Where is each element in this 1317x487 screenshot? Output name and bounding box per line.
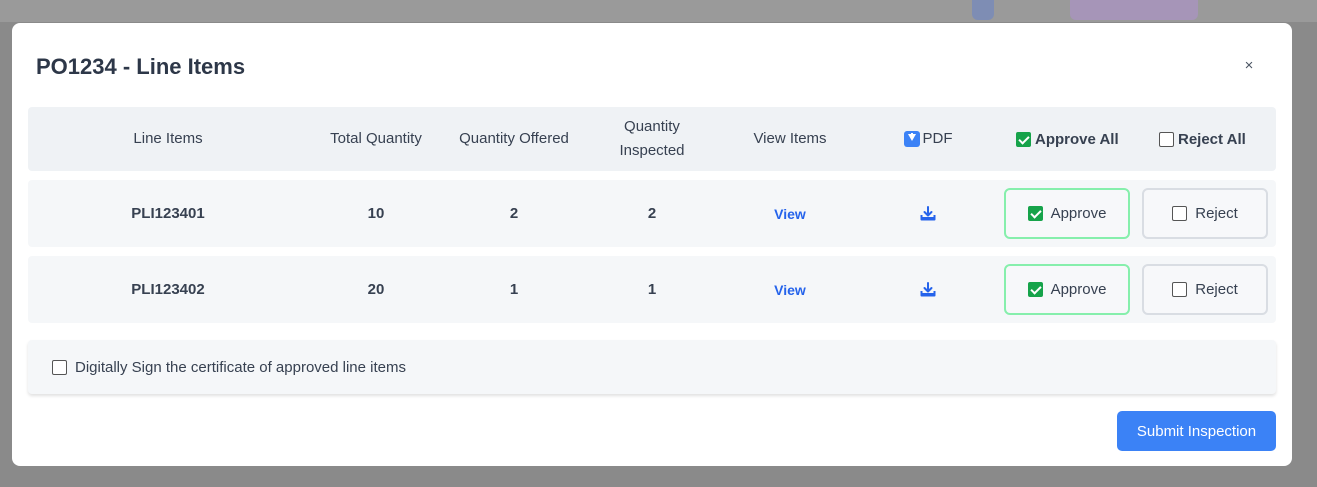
quantity-offered: 2 [509, 205, 519, 222]
reject-label: Reject [1195, 205, 1238, 222]
view-items-cell: View [722, 256, 858, 323]
header-quantity-inspected: Quantity Inspected [584, 107, 720, 171]
view-link[interactable]: View [774, 206, 806, 222]
download-icon[interactable] [920, 281, 936, 298]
line-items-modal: PO1234 - Line Items × Line Items Total Q… [12, 23, 1292, 466]
checkbox-checked-icon [1027, 282, 1043, 297]
approve-button[interactable]: Approve [1004, 264, 1130, 315]
approve-label: Approve [1050, 205, 1107, 222]
sign-checkbox[interactable] [52, 359, 67, 375]
total-quantity: 10 [367, 205, 385, 222]
header-view-items: View Items [753, 130, 827, 147]
modal-title: PO1234 - Line Items [36, 54, 246, 79]
checkbox-unchecked-icon [1159, 131, 1174, 147]
checkbox-unchecked-icon [1172, 206, 1188, 221]
reject-label: Reject [1195, 281, 1238, 298]
checkbox-unchecked-icon [1172, 282, 1188, 297]
approve-all-label: Approve All [1035, 130, 1119, 148]
sign-label: Digitally Sign the certificate of approv… [75, 358, 406, 376]
background-button [1070, 0, 1198, 20]
approve-label: Approve [1050, 281, 1107, 298]
header-quantity-offered: Quantity Offered [459, 130, 569, 147]
total-quantity: 20 [367, 281, 385, 298]
header-line-items: Line Items [133, 130, 203, 147]
checkbox-checked-icon [1027, 206, 1043, 221]
approve-button[interactable]: Approve [1004, 188, 1130, 239]
table-row: PLI123401 10 2 2 View Approve Reject [28, 180, 1276, 247]
header-total-quantity: Total Quantity [330, 130, 422, 147]
reject-button[interactable]: Reject [1142, 188, 1268, 239]
header-quantity-inspected-line2: Inspected [619, 142, 685, 159]
view-link[interactable]: View [774, 282, 806, 298]
table-header: Line Items Total Quantity Quantity Offer… [28, 107, 1276, 171]
download-icon[interactable] [920, 205, 936, 222]
header-pdf: PDF [860, 107, 996, 171]
view-items-cell: View [722, 180, 858, 247]
pdf-cell [860, 256, 996, 323]
pdf-cell [860, 180, 996, 247]
download-arrow-icon [903, 131, 920, 147]
approve-all-checkbox[interactable]: Approve All [1016, 107, 1119, 171]
background-icon [972, 0, 994, 20]
checkbox-checked-icon [1016, 131, 1031, 147]
line-item-id: PLI123401 [131, 205, 205, 222]
submit-inspection-button[interactable]: Submit Inspection [1117, 411, 1276, 451]
quantity-offered: 1 [509, 281, 519, 298]
background-page [0, 0, 1317, 22]
table-row: PLI123402 20 1 1 View Approve Reject [28, 256, 1276, 323]
header-quantity-inspected-line1: Quantity [624, 118, 680, 135]
quantity-inspected: 2 [647, 205, 657, 222]
reject-all-label: Reject All [1178, 130, 1246, 148]
digital-sign-option[interactable]: Digitally Sign the certificate of approv… [28, 340, 1276, 394]
reject-all-checkbox[interactable]: Reject All [1159, 107, 1246, 171]
close-button[interactable]: × [1240, 57, 1258, 75]
header-pdf-label: PDF [922, 130, 953, 147]
line-item-id: PLI123402 [131, 281, 205, 298]
reject-button[interactable]: Reject [1142, 264, 1268, 315]
quantity-inspected: 1 [647, 281, 657, 298]
